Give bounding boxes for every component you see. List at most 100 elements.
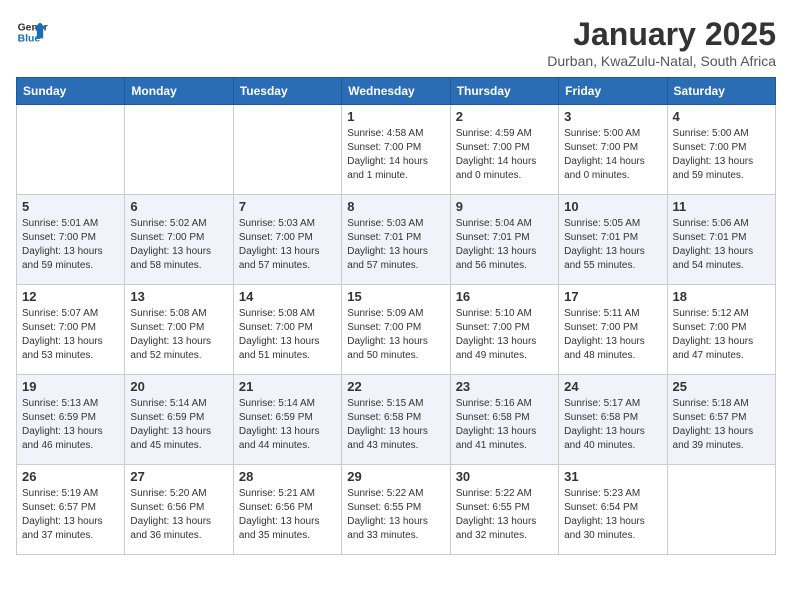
calendar-cell: 7Sunrise: 5:03 AM Sunset: 7:00 PM Daylig…: [233, 195, 341, 285]
weekday-header: Monday: [125, 78, 233, 105]
day-number: 30: [456, 469, 553, 484]
weekday-header: Tuesday: [233, 78, 341, 105]
logo-icon: General Blue: [16, 16, 48, 48]
day-info: Sunrise: 5:16 AM Sunset: 6:58 PM Dayligh…: [456, 397, 553, 453]
day-number: 4: [673, 109, 770, 124]
weekday-header: Wednesday: [342, 78, 450, 105]
day-info: Sunrise: 5:00 AM Sunset: 7:00 PM Dayligh…: [564, 127, 661, 183]
day-info: Sunrise: 5:09 AM Sunset: 7:00 PM Dayligh…: [347, 307, 444, 363]
day-number: 17: [564, 289, 661, 304]
day-info: Sunrise: 5:14 AM Sunset: 6:59 PM Dayligh…: [130, 397, 227, 453]
calendar-cell: 2Sunrise: 4:59 AM Sunset: 7:00 PM Daylig…: [450, 105, 558, 195]
day-number: 22: [347, 379, 444, 394]
calendar-cell: 18 Sunrise: 5:12 AM Sunset: 7:00 PM Dayli…: [667, 285, 775, 375]
day-number: 19: [22, 379, 119, 394]
day-number: 9: [456, 199, 553, 214]
calendar-cell: 11 Sunrise: 5:06 AM Sunset: 7:01 PM Dayli…: [667, 195, 775, 285]
calendar-week-row: 12Sunrise: 5:07 AM Sunset: 7:00 PM Dayli…: [17, 285, 776, 375]
day-info: Sunrise: 5:03 AM Sunset: 7:01 PM Dayligh…: [347, 217, 444, 273]
calendar-cell: 25 Sunrise: 5:18 AM Sunset: 6:57 PM Dayli…: [667, 375, 775, 465]
logo: General Blue: [16, 16, 52, 48]
weekday-header: Thursday: [450, 78, 558, 105]
day-number: 28: [239, 469, 336, 484]
calendar-header-row: SundayMondayTuesdayWednesdayThursdayFrid…: [17, 78, 776, 105]
day-number: 24: [564, 379, 661, 394]
calendar-cell: 22 Sunrise: 5:15 AM Sunset: 6:58 PM Dayli…: [342, 375, 450, 465]
calendar-week-row: 5 Sunrise: 5:01 AM Sunset: 7:00 PM Daylig…: [17, 195, 776, 285]
day-info: Sunrise: 5:12 AM Sunset: 7:00 PM Dayligh…: [673, 307, 770, 363]
day-info: Sunrise: 5:06 AM Sunset: 7:01 PM Dayligh…: [673, 217, 770, 273]
calendar-cell: 10 Sunrise: 5:05 AM Sunset: 7:01 PM Dayli…: [559, 195, 667, 285]
calendar-cell: 20 Sunrise: 5:14 AM Sunset: 6:59 PM Dayli…: [125, 375, 233, 465]
day-info: Sunrise: 5:11 AM Sunset: 7:00 PM Dayligh…: [564, 307, 661, 363]
month-title: January 2025: [547, 16, 776, 53]
day-number: 5: [22, 199, 119, 214]
calendar-cell: 27Sunrise: 5:20 AM Sunset: 6:56 PM Dayli…: [125, 465, 233, 555]
weekday-header: Friday: [559, 78, 667, 105]
calendar-cell: 23 Sunrise: 5:16 AM Sunset: 6:58 PM Dayli…: [450, 375, 558, 465]
day-info: Sunrise: 5:08 AM Sunset: 7:00 PM Dayligh…: [130, 307, 227, 363]
calendar-cell: 16 Sunrise: 5:10 AM Sunset: 7:00 PM Dayli…: [450, 285, 558, 375]
day-info: Sunrise: 5:08 AM Sunset: 7:00 PM Dayligh…: [239, 307, 336, 363]
day-info: Sunrise: 5:02 AM Sunset: 7:00 PM Dayligh…: [130, 217, 227, 273]
day-number: 20: [130, 379, 227, 394]
calendar-week-row: 1Sunrise: 4:58 AM Sunset: 7:00 PM Daylig…: [17, 105, 776, 195]
day-number: 21: [239, 379, 336, 394]
calendar-week-row: 26 Sunrise: 5:19 AM Sunset: 6:57 PM Dayli…: [17, 465, 776, 555]
day-info: Sunrise: 5:22 AM Sunset: 6:55 PM Dayligh…: [456, 487, 553, 543]
day-number: 31: [564, 469, 661, 484]
day-number: 11: [673, 199, 770, 214]
day-number: 25: [673, 379, 770, 394]
calendar-cell: 24Sunrise: 5:17 AM Sunset: 6:58 PM Dayli…: [559, 375, 667, 465]
title-block: January 2025 Durban, KwaZulu-Natal, Sout…: [547, 16, 776, 69]
day-info: Sunrise: 5:01 AM Sunset: 7:00 PM Dayligh…: [22, 217, 119, 273]
day-number: 18: [673, 289, 770, 304]
day-number: 1: [347, 109, 444, 124]
day-number: 16: [456, 289, 553, 304]
day-number: 26: [22, 469, 119, 484]
day-info: Sunrise: 4:59 AM Sunset: 7:00 PM Dayligh…: [456, 127, 553, 183]
calendar-cell: 5 Sunrise: 5:01 AM Sunset: 7:00 PM Daylig…: [17, 195, 125, 285]
calendar-cell: [233, 105, 341, 195]
calendar-cell: [125, 105, 233, 195]
day-info: Sunrise: 5:18 AM Sunset: 6:57 PM Dayligh…: [673, 397, 770, 453]
day-info: Sunrise: 5:04 AM Sunset: 7:01 PM Dayligh…: [456, 217, 553, 273]
calendar-cell: 29 Sunrise: 5:22 AM Sunset: 6:55 PM Dayli…: [342, 465, 450, 555]
calendar-cell: 21Sunrise: 5:14 AM Sunset: 6:59 PM Dayli…: [233, 375, 341, 465]
day-number: 12: [22, 289, 119, 304]
calendar-cell: 15Sunrise: 5:09 AM Sunset: 7:00 PM Dayli…: [342, 285, 450, 375]
day-number: 23: [456, 379, 553, 394]
calendar-cell: 17 Sunrise: 5:11 AM Sunset: 7:00 PM Dayli…: [559, 285, 667, 375]
calendar-cell: 12Sunrise: 5:07 AM Sunset: 7:00 PM Dayli…: [17, 285, 125, 375]
calendar-week-row: 19 Sunrise: 5:13 AM Sunset: 6:59 PM Dayli…: [17, 375, 776, 465]
day-number: 7: [239, 199, 336, 214]
day-info: Sunrise: 5:19 AM Sunset: 6:57 PM Dayligh…: [22, 487, 119, 543]
calendar-cell: 14 Sunrise: 5:08 AM Sunset: 7:00 PM Dayli…: [233, 285, 341, 375]
calendar-table: SundayMondayTuesdayWednesdayThursdayFrid…: [16, 77, 776, 555]
calendar-cell: 9 Sunrise: 5:04 AM Sunset: 7:01 PM Daylig…: [450, 195, 558, 285]
day-info: Sunrise: 5:21 AM Sunset: 6:56 PM Dayligh…: [239, 487, 336, 543]
calendar-cell: 26 Sunrise: 5:19 AM Sunset: 6:57 PM Dayli…: [17, 465, 125, 555]
calendar-cell: [17, 105, 125, 195]
calendar-cell: 31Sunrise: 5:23 AM Sunset: 6:54 PM Dayli…: [559, 465, 667, 555]
day-info: Sunrise: 5:13 AM Sunset: 6:59 PM Dayligh…: [22, 397, 119, 453]
day-info: Sunrise: 5:15 AM Sunset: 6:58 PM Dayligh…: [347, 397, 444, 453]
day-info: Sunrise: 5:10 AM Sunset: 7:00 PM Dayligh…: [456, 307, 553, 363]
day-number: 29: [347, 469, 444, 484]
location: Durban, KwaZulu-Natal, South Africa: [547, 53, 776, 69]
day-number: 14: [239, 289, 336, 304]
day-number: 6: [130, 199, 227, 214]
day-info: Sunrise: 5:22 AM Sunset: 6:55 PM Dayligh…: [347, 487, 444, 543]
weekday-header: Saturday: [667, 78, 775, 105]
calendar-cell: 19 Sunrise: 5:13 AM Sunset: 6:59 PM Dayli…: [17, 375, 125, 465]
calendar-cell: 6 Sunrise: 5:02 AM Sunset: 7:00 PM Daylig…: [125, 195, 233, 285]
calendar-cell: 8 Sunrise: 5:03 AM Sunset: 7:01 PM Daylig…: [342, 195, 450, 285]
day-info: Sunrise: 5:05 AM Sunset: 7:01 PM Dayligh…: [564, 217, 661, 273]
day-number: 8: [347, 199, 444, 214]
calendar-cell: 3 Sunrise: 5:00 AM Sunset: 7:00 PM Daylig…: [559, 105, 667, 195]
day-number: 3: [564, 109, 661, 124]
calendar-cell: 30 Sunrise: 5:22 AM Sunset: 6:55 PM Dayli…: [450, 465, 558, 555]
day-number: 10: [564, 199, 661, 214]
calendar-cell: 4Sunrise: 5:00 AM Sunset: 7:00 PM Daylig…: [667, 105, 775, 195]
calendar-cell: 13Sunrise: 5:08 AM Sunset: 7:00 PM Dayli…: [125, 285, 233, 375]
